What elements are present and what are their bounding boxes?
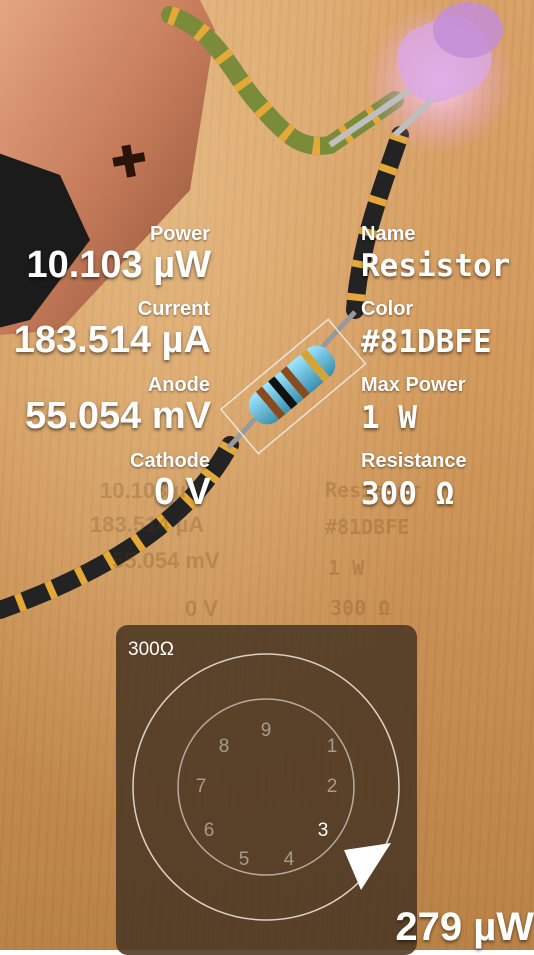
ghost-color: #81DBFE — [325, 515, 410, 539]
name-value: Resistor — [361, 248, 511, 284]
cathode-value: 0 V — [153, 471, 211, 513]
ghost-cathode: 0 V — [185, 596, 219, 621]
max-power-value: 1 W — [361, 400, 417, 436]
dial-digit-4[interactable]: 4 — [284, 849, 295, 870]
color-label: Color — [361, 298, 414, 320]
dial-digit-6[interactable]: 6 — [204, 820, 215, 841]
dial-digit-9[interactable]: 9 — [261, 720, 272, 741]
dial-digit-1[interactable]: 1 — [327, 736, 338, 757]
dial-digit-7[interactable]: 7 — [196, 776, 207, 797]
dial-pointer[interactable] — [344, 843, 391, 890]
ghost-current: 183.514 µA — [90, 512, 205, 537]
ghost-max-power: 1 W — [328, 556, 365, 580]
anode-label: Anode — [147, 374, 210, 396]
resistance-dial-panel: 300Ω 123456789 — [116, 625, 417, 955]
ghost-resistance: 300 Ω — [330, 596, 391, 620]
dial-digit-2[interactable]: 2 — [327, 776, 338, 797]
current-value: 183.514 µA — [13, 319, 211, 361]
power-label: Power — [149, 223, 210, 245]
rotary-dial[interactable]: 1 2 3 4 5 6 78 9 — [116, 625, 417, 955]
resistance-label: Resistance — [361, 450, 467, 472]
dial-digit-3[interactable]: 3 — [318, 820, 329, 841]
total-power-readout: 279 µW — [395, 905, 534, 949]
ghost-anode: 55.054 mV — [112, 548, 220, 573]
name-label: Name — [361, 223, 416, 245]
color-value: #81DBFE — [361, 324, 492, 360]
max-power-label: Max Power — [361, 374, 466, 396]
current-label: Current — [137, 298, 210, 320]
power-value: 10.103 µW — [26, 244, 211, 286]
anode-value: 55.054 mV — [25, 395, 211, 437]
dial-digit-8[interactable]: 8 — [219, 736, 230, 757]
dial-digit-5[interactable]: 5 — [239, 849, 250, 870]
resistance-value: 300 Ω — [361, 476, 455, 512]
cathode-label: Cathode — [130, 450, 210, 472]
